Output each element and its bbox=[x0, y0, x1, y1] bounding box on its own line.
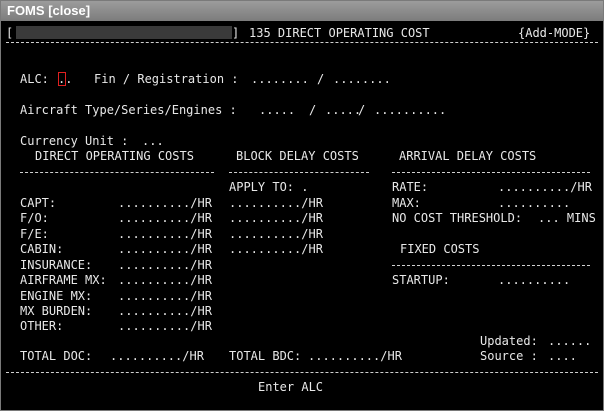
bdc-header: BLOCK DELAY COSTS bbox=[236, 149, 359, 163]
fin-reg-slash: / bbox=[317, 72, 325, 86]
currency-label: Currency Unit : bbox=[20, 134, 129, 148]
doc-row-label: F/O: bbox=[20, 211, 49, 225]
window-title: FOMS bbox=[7, 3, 45, 18]
redacted-field bbox=[16, 26, 232, 39]
fixed-costs-separator bbox=[392, 265, 590, 266]
status-message: Enter ALC bbox=[258, 380, 324, 394]
adc-max-input[interactable]: .......... bbox=[498, 196, 570, 210]
doc-header: DIRECT OPERATING COSTS bbox=[35, 149, 194, 163]
adc-threshold-input[interactable]: ... MINS bbox=[538, 211, 596, 225]
doc-row-input[interactable]: ........../HR bbox=[118, 227, 212, 241]
doc-row-label: AIRFRAME MX: bbox=[20, 273, 107, 287]
bdc-separator bbox=[229, 172, 369, 173]
adc-rate-label: RATE: bbox=[392, 180, 429, 194]
doc-row-label: ENGINE MX: bbox=[20, 289, 93, 303]
currency-input[interactable]: ... bbox=[142, 134, 164, 148]
doc-row-input[interactable]: ........../HR bbox=[118, 211, 212, 225]
doc-row-input[interactable]: ........../HR bbox=[118, 304, 212, 318]
bdc-row-input[interactable]: ........../HR bbox=[229, 227, 323, 241]
adc-threshold-label: NO COST THRESHOLD: bbox=[392, 211, 523, 225]
header-bracket-close: ] bbox=[232, 26, 240, 40]
adc-header: ARRIVAL DELAY COSTS bbox=[399, 149, 537, 163]
doc-row-label: CABIN: bbox=[20, 242, 64, 256]
doc-row-label: CAPT: bbox=[20, 196, 57, 210]
aircraft-engines-input[interactable]: .......... bbox=[374, 103, 446, 117]
adc-rate-input[interactable]: ........../HR bbox=[498, 180, 592, 194]
aircraft-slash-1: / bbox=[309, 103, 317, 117]
alc-input[interactable]: .. bbox=[58, 72, 72, 86]
title-bar: FOMS [close] bbox=[1, 1, 603, 21]
doc-row-label: F/E: bbox=[20, 227, 49, 241]
doc-row-input[interactable]: ........../HR bbox=[118, 242, 212, 256]
aircraft-slash-2: / bbox=[358, 103, 366, 117]
total-doc-value: ........../HR bbox=[110, 349, 204, 363]
bdc-apply-to[interactable]: APPLY TO: . bbox=[229, 180, 308, 194]
mode-indicator: {Add-MODE} bbox=[518, 26, 591, 40]
aircraft-series-input[interactable]: ..... bbox=[325, 103, 361, 117]
doc-row-label: INSURANCE: bbox=[20, 258, 93, 272]
total-bdc-value: ........../HR bbox=[308, 349, 402, 363]
aircraft-label: Aircraft Type/Series/Engines : bbox=[20, 103, 237, 117]
source-label: Source : bbox=[480, 349, 538, 363]
doc-row-input[interactable]: ........../HR bbox=[118, 258, 212, 272]
alc-label: ALC: bbox=[20, 72, 49, 86]
startup-input[interactable]: .......... bbox=[498, 273, 570, 287]
doc-row-input[interactable]: ........../HR bbox=[118, 289, 212, 303]
doc-separator bbox=[20, 172, 214, 173]
doc-row-input[interactable]: ........../HR bbox=[118, 196, 212, 210]
bdc-row-input[interactable]: ........../HR bbox=[229, 242, 323, 256]
adc-max-label: MAX: bbox=[392, 196, 421, 210]
fin-registration-label: Fin / Registration : bbox=[94, 72, 239, 86]
header-separator bbox=[6, 42, 598, 43]
startup-label: STARTUP: bbox=[392, 273, 450, 287]
bdc-row-input[interactable]: ........../HR bbox=[229, 196, 323, 210]
adc-separator bbox=[392, 172, 590, 173]
total-bdc-label: TOTAL BDC: bbox=[229, 349, 302, 363]
doc-row-label: OTHER: bbox=[20, 319, 64, 333]
updated-label: Updated: bbox=[480, 334, 538, 348]
total-doc-label: TOTAL DOC: bbox=[20, 349, 93, 363]
bdc-row-input[interactable]: ........../HR bbox=[229, 211, 323, 225]
foms-window: FOMS [close] [ ] 135 DIRECT OPERATING CO… bbox=[0, 0, 604, 411]
updated-value: ...... bbox=[548, 334, 592, 348]
doc-row-input[interactable]: ........../HR bbox=[118, 319, 212, 333]
fin-input[interactable]: ........ bbox=[251, 72, 309, 86]
doc-row-label: MX BURDEN: bbox=[20, 304, 93, 318]
terminal-screen: [ ] 135 DIRECT OPERATING COST {Add-MODE}… bbox=[2, 22, 602, 410]
footer-separator bbox=[6, 372, 598, 373]
aircraft-type-input[interactable]: ..... bbox=[259, 103, 295, 117]
doc-row-input[interactable]: ........../HR bbox=[118, 273, 212, 287]
registration-input[interactable]: ........ bbox=[333, 72, 391, 86]
source-value: .... bbox=[548, 349, 577, 363]
screen-title: 135 DIRECT OPERATING COST bbox=[249, 26, 430, 40]
close-button[interactable]: [close] bbox=[48, 3, 90, 18]
header-bracket-open: [ bbox=[6, 26, 14, 40]
fixed-costs-header: FIXED COSTS bbox=[400, 242, 480, 256]
